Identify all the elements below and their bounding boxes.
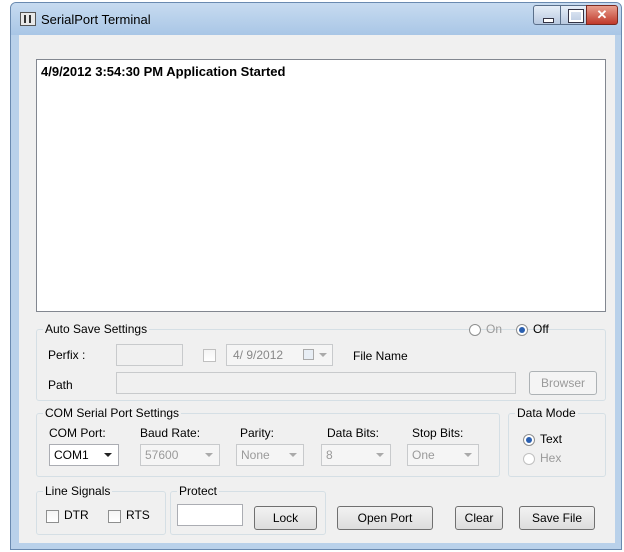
com-port-value: COM1 bbox=[54, 448, 89, 462]
close-icon: ✕ bbox=[596, 7, 608, 22]
calendar-icon bbox=[303, 349, 314, 360]
chevron-down-icon bbox=[289, 453, 297, 457]
rts-checkbox[interactable] bbox=[108, 510, 121, 523]
line-signals-group: Line Signals DTR RTS bbox=[36, 484, 166, 535]
dtr-checkbox[interactable] bbox=[46, 510, 59, 523]
serial-port-app-icon bbox=[20, 12, 36, 26]
parity-label: Parity: bbox=[240, 426, 275, 440]
protect-password-input[interactable] bbox=[177, 504, 243, 526]
baud-rate-select[interactable]: 57600 bbox=[140, 444, 220, 466]
title-bar[interactable]: SerialPort Terminal ✕ bbox=[11, 3, 621, 35]
file-name-label: File Name bbox=[353, 349, 408, 363]
line-signals-label: Line Signals bbox=[43, 484, 113, 498]
stop-bits-select[interactable]: One bbox=[407, 444, 479, 466]
baud-rate-label: Baud Rate: bbox=[140, 426, 201, 440]
close-button[interactable]: ✕ bbox=[586, 5, 618, 25]
clear-button[interactable]: Clear bbox=[455, 506, 503, 530]
parity-value: None bbox=[241, 448, 270, 462]
open-port-button[interactable]: Open Port bbox=[337, 506, 433, 530]
com-port-select[interactable]: COM1 bbox=[49, 444, 119, 466]
auto-save-settings-group: Auto Save Settings On Off Perfix : 4/ 9/… bbox=[36, 322, 606, 401]
data-mode-group: Data Mode Text Hex bbox=[508, 406, 606, 477]
data-mode-text-label: Text bbox=[540, 432, 563, 446]
data-mode-hex-label: Hex bbox=[540, 451, 562, 465]
autosave-off-label: Off bbox=[533, 322, 549, 336]
data-mode-label: Data Mode bbox=[515, 406, 578, 420]
protect-label: Protect bbox=[177, 484, 220, 498]
chevron-down-icon bbox=[205, 453, 213, 457]
autosave-off-radio[interactable] bbox=[516, 324, 528, 336]
data-mode-text-radio[interactable] bbox=[523, 434, 535, 446]
perfix-input[interactable] bbox=[116, 344, 183, 366]
path-label: Path bbox=[48, 378, 73, 392]
save-file-button[interactable]: Save File bbox=[519, 506, 595, 530]
client-area: 4/9/2012 3:54:30 PM Application Started … bbox=[19, 35, 615, 543]
autosave-on-label: On bbox=[486, 322, 503, 336]
rts-label: RTS bbox=[126, 508, 150, 522]
date-picker[interactable]: 4/ 9/2012 bbox=[226, 344, 333, 366]
maximize-button[interactable] bbox=[560, 5, 587, 25]
minimize-button[interactable] bbox=[533, 5, 561, 25]
dtr-label: DTR bbox=[64, 508, 89, 522]
date-enable-checkbox[interactable] bbox=[203, 349, 216, 362]
main-window: SerialPort Terminal ✕ 4/9/2012 3:54:30 P… bbox=[10, 2, 622, 550]
data-bits-select[interactable]: 8 bbox=[321, 444, 391, 466]
stop-bits-value: One bbox=[412, 448, 435, 462]
chevron-down-icon bbox=[376, 453, 384, 457]
window-title: SerialPort Terminal bbox=[41, 12, 151, 27]
data-mode-hex-radio[interactable] bbox=[523, 453, 535, 465]
parity-select[interactable]: None bbox=[236, 444, 304, 466]
lock-button[interactable]: Lock bbox=[254, 506, 317, 530]
protect-group: Protect Lock bbox=[170, 484, 326, 535]
log-line: 4/9/2012 3:54:30 PM Application Started bbox=[41, 64, 286, 79]
log-textbox[interactable]: 4/9/2012 3:54:30 PM Application Started bbox=[36, 59, 606, 312]
autosave-on-radio[interactable] bbox=[469, 324, 481, 336]
perfix-label: Perfix : bbox=[48, 348, 86, 362]
com-settings-group: COM Serial Port Settings COM Port: COM1 … bbox=[36, 406, 500, 477]
date-value: 4/ 9/2012 bbox=[233, 348, 284, 362]
data-bits-label: Data Bits: bbox=[327, 426, 380, 440]
com-settings-label: COM Serial Port Settings bbox=[43, 406, 182, 420]
stop-bits-label: Stop Bits: bbox=[412, 426, 464, 440]
browser-button[interactable]: Browser bbox=[529, 371, 597, 395]
auto-save-settings-label: Auto Save Settings bbox=[43, 322, 150, 336]
chevron-down-icon bbox=[464, 453, 472, 457]
data-bits-value: 8 bbox=[326, 448, 333, 462]
com-port-label: COM Port: bbox=[49, 426, 106, 440]
baud-rate-value: 57600 bbox=[145, 448, 179, 462]
path-input[interactable] bbox=[116, 372, 516, 394]
chevron-down-icon bbox=[104, 453, 112, 457]
chevron-down-icon bbox=[319, 353, 327, 357]
